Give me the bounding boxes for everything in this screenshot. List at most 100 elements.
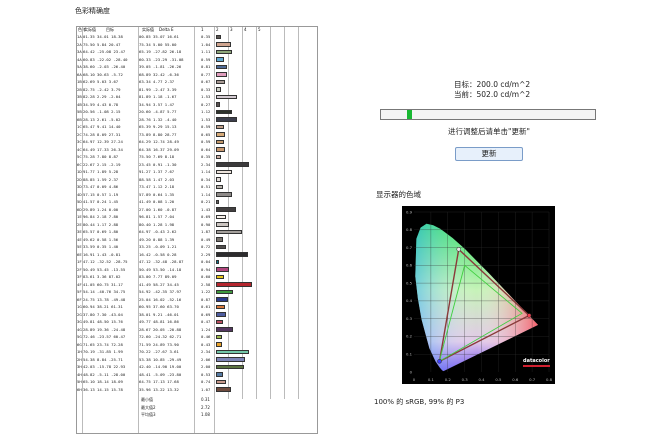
table-cell-de: 2.58 bbox=[201, 281, 211, 287]
table-cell-de: 1.07 bbox=[201, 386, 211, 392]
table-cell-de: 0.27 bbox=[201, 101, 211, 107]
delta-e-bar bbox=[216, 222, 229, 227]
table-cell-actual: 49.62 0.58 1.56 bbox=[83, 236, 119, 242]
table-cell-actual: 65.10 18.14 18.09 bbox=[83, 379, 123, 384]
table-cell-id: 5G bbox=[77, 334, 82, 339]
table-cell-target: 72.60 -24.32 62.71 bbox=[139, 334, 182, 339]
table-cell-id: 4B bbox=[77, 101, 82, 107]
table-cell-de: 0.69 bbox=[201, 214, 211, 219]
update-button[interactable]: 更新 bbox=[455, 147, 523, 161]
luminance-progress-bar bbox=[380, 109, 596, 120]
table-row: 3D 73.47 0.09 4.86 73.47 1.12 2.18 0.51 bbox=[77, 184, 319, 190]
delta-e-bar bbox=[216, 229, 243, 235]
x-tick-label: 0.2 bbox=[445, 377, 452, 382]
table-cell-actual: 34.59 4.43 0.78 bbox=[83, 101, 119, 107]
table-cell-id: 2D bbox=[77, 176, 82, 182]
delta-e-bar bbox=[216, 184, 224, 190]
table-row: 4E 49.62 0.58 1.56 49.20 0.88 1.39 0.49 bbox=[77, 237, 319, 243]
table-cell-id: 1D bbox=[77, 169, 82, 174]
table-cell-de: 2.34 bbox=[201, 349, 211, 354]
table-cell-id: 5C bbox=[77, 154, 82, 159]
x-tick-label: 0.1 bbox=[428, 377, 435, 382]
table-row: 3C 64.97 12.39 27.24 64.29 12.74 28.49 0.59 bbox=[77, 139, 319, 145]
table-cell-de: 0.35 bbox=[201, 34, 211, 39]
table-cell-target: 64.38 16.37 29.09 bbox=[139, 146, 179, 152]
table-header: 3 bbox=[230, 27, 233, 32]
table-cell-de: 1.43 bbox=[201, 206, 211, 212]
summary-label: 平均值3 bbox=[141, 412, 156, 417]
delta-e-bar bbox=[216, 94, 238, 100]
table-header: 4 bbox=[244, 27, 247, 32]
current-value: 502.0 cd/m^2 bbox=[476, 90, 531, 99]
table-cell-target: 38.01 9.21 -46.01 bbox=[139, 311, 179, 317]
delta-e-bar bbox=[216, 267, 230, 272]
primary-marker bbox=[437, 359, 442, 364]
table-cell-actual: 37.80 7.30 -43.04 bbox=[83, 311, 123, 317]
table-cell-target: 65.39 9.29 15.13 bbox=[139, 124, 177, 129]
table-cell-target: 34.94 3.57 1.47 bbox=[139, 101, 175, 107]
table-row: 3G 49.81 48.50 15.76 49.77 48.81 16.86 0.47 bbox=[77, 319, 319, 325]
table-cell-target: 42.40 -14.90 19.00 bbox=[139, 364, 182, 369]
table-cell-id: 5F bbox=[77, 289, 82, 294]
table-cell-id: 1B bbox=[77, 79, 82, 84]
summary-label: 最小值 bbox=[141, 397, 153, 402]
table-cell-de: 1.12 bbox=[201, 109, 211, 114]
table-cell-target: 81.99 -2.47 3.39 bbox=[139, 86, 177, 92]
table-row: 2F 50.49 53.45 -13.55 50.49 53.50 -14.18 0.… bbox=[77, 267, 319, 273]
summary-label: 最大值2 bbox=[141, 404, 156, 410]
table-cell-actual: 28.13 2.61 -5.02 bbox=[83, 116, 121, 122]
luminance-progress-marker bbox=[406, 110, 412, 119]
table-row: 2B 82.75 -2.42 3.79 81.99 -2.47 3.39 0.33 bbox=[77, 87, 319, 93]
delta-e-bar bbox=[216, 192, 232, 197]
table-row: 6B 28.13 2.61 -5.02 28.76 1.32 -4.40 1.53 bbox=[77, 117, 319, 123]
table-cell-de: 0.35 bbox=[201, 154, 211, 159]
table-cell-id: 5B bbox=[77, 109, 82, 114]
delta-e-bar bbox=[216, 139, 225, 145]
table-cell-target: 20.60 -4.87 5.77 bbox=[139, 109, 177, 114]
table-cell-de: 0.59 bbox=[201, 56, 211, 62]
table-cell-target: 41.49 0.08 1.20 bbox=[139, 199, 175, 204]
delta-e-bar bbox=[216, 42, 231, 47]
table-cell-target: 33.25 -0.09 1.21 bbox=[139, 244, 177, 249]
delta-e-bar bbox=[216, 342, 223, 347]
gamut-diagram: 0 0.1 0.2 0.3 0.4 0.5 0.6 0.7 0.80.90.80.70.60.5… bbox=[402, 206, 555, 384]
table-row: 3F 83.61 3.36 87.02 83.00 7.77 89.09 0.60 bbox=[77, 274, 319, 280]
table-cell-id: 2A bbox=[77, 41, 82, 47]
table-cell-target: 60.33 -23.29 -31.08 bbox=[139, 56, 184, 62]
table-cell-target: 57.89 0.64 1.35 bbox=[139, 191, 175, 197]
delta-e-bar bbox=[216, 379, 227, 385]
table-cell-target: 65.19 -27.82 26.18 bbox=[139, 49, 182, 54]
table-row: 2C 74.28 8.09 27.31 73.89 8.80 28.77 0.65 bbox=[77, 132, 319, 138]
table-cell-id: 1A bbox=[77, 34, 82, 39]
table-cell-actual: 91.77 1.89 5.28 bbox=[83, 169, 119, 174]
table-cell-de: 0.87 bbox=[201, 296, 211, 302]
table-cell-actual: 41.05 60.75 31.17 bbox=[83, 281, 123, 287]
table-cell-target: 60.95 37.60 63.70 bbox=[139, 304, 179, 309]
table-cell-id: 1H bbox=[77, 349, 82, 354]
table-cell-id: 5H bbox=[77, 379, 82, 384]
table-row: 6C 22.67 2.15 -2.19 23.45 0.91 -1.30 2.34 bbox=[77, 162, 319, 168]
table-cell-actual: 60.83 -22.02 -28.40 bbox=[83, 56, 128, 62]
table-cell-id: 6C bbox=[77, 161, 82, 167]
table-cell-de: 0.77 bbox=[201, 71, 211, 77]
table-cell-de: 0.69 bbox=[201, 311, 211, 317]
table-cell-actual: 65.47 9.41 14.40 bbox=[83, 124, 121, 129]
table-cell-actual: 80.44 1.17 2.88 bbox=[83, 221, 119, 227]
delta-e-bar bbox=[216, 162, 249, 167]
table-cell-de: 0.64 bbox=[201, 146, 211, 152]
table-cell-target: 88.58 1.47 2.03 bbox=[139, 176, 175, 182]
table-cell-de: 0.51 bbox=[201, 184, 211, 189]
table-cell-actual: 47.12 -32.52 -28.75 bbox=[83, 259, 128, 264]
delta-e-bar bbox=[216, 57, 225, 62]
table-cell-actual: 33.59 0.35 1.40 bbox=[83, 244, 119, 249]
table-row: 4B 34.59 4.43 0.78 34.94 3.57 1.47 0.27 bbox=[77, 102, 319, 108]
table-cell-de: 0.72 bbox=[201, 244, 211, 249]
table-cell-id: 6A bbox=[77, 71, 82, 77]
table-cell-de: 0.65 bbox=[201, 131, 211, 137]
table-cell-de: 0.60 bbox=[201, 274, 211, 279]
table-cell-de: 0.49 bbox=[201, 236, 211, 242]
summary-value: 2.72 bbox=[201, 404, 210, 410]
summary-row: 平均值3 1.08 bbox=[77, 411, 319, 418]
delta-e-bar bbox=[216, 372, 224, 377]
delta-e-bar bbox=[216, 87, 221, 92]
